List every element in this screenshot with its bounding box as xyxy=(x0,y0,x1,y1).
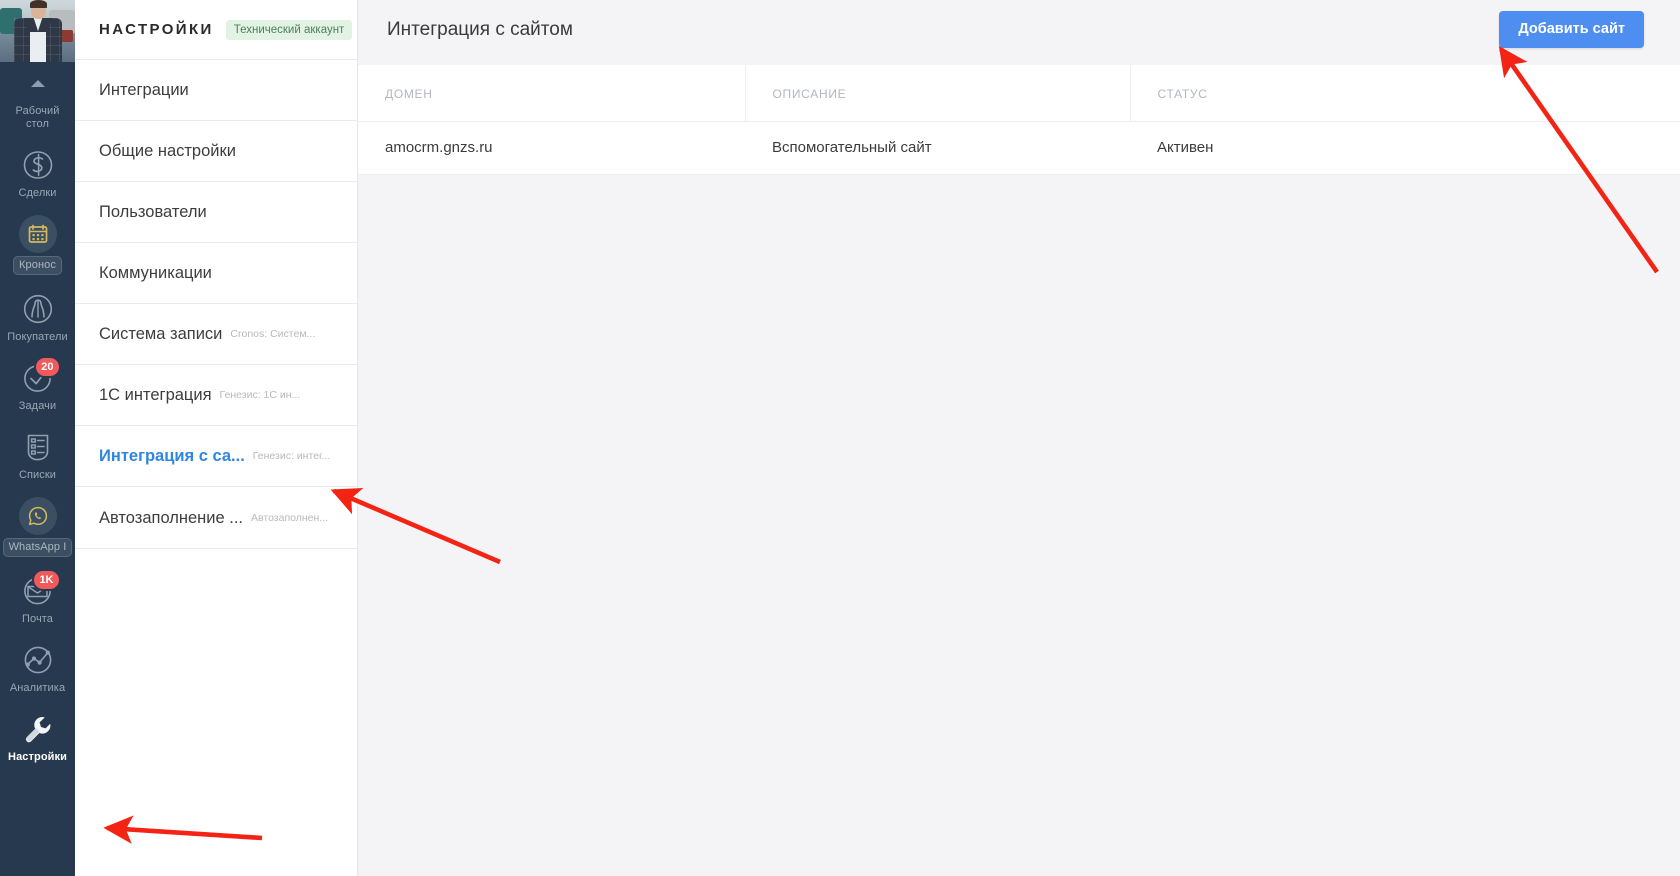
app-root: Рабочий стол Сделки Кронос Покупатели 20… xyxy=(0,0,1680,876)
menu-label: Коммуникации xyxy=(99,263,212,282)
column-header-status[interactable]: СТАТУС xyxy=(1130,65,1680,122)
mail-badge: 1K xyxy=(32,569,61,591)
nav-item-deals[interactable]: Сделки xyxy=(0,137,75,206)
tasks-badge: 20 xyxy=(34,356,61,378)
nav-item-tasks[interactable]: 20 Задачи xyxy=(0,350,75,419)
settings-menu-list: Интеграции Общие настройки Пользователи … xyxy=(75,59,357,549)
menu-label: Общие настройки xyxy=(99,141,236,160)
nav-item-whatsapp[interactable]: WhatsApp I xyxy=(0,488,75,563)
sidebar-item-booking[interactable]: Система записи Cronos: Систем... xyxy=(75,304,357,365)
nav-label-whatsapp: WhatsApp I xyxy=(2,538,73,557)
menu-sublabel: Генезис: 1С ин... xyxy=(219,389,301,401)
wrench-icon xyxy=(19,710,57,748)
nav-item-settings[interactable]: Настройки xyxy=(0,701,75,770)
nav-item-mail[interactable]: 1K Почта xyxy=(0,563,75,632)
sites-table-wrap: ДОМЕН ОПИСАНИЕ СТАТУС amocrm.gnzs.ru Всп… xyxy=(358,65,1680,175)
sidebar-item-1c[interactable]: 1С интеграция Генезис: 1С ин... xyxy=(75,365,357,426)
table-head: ДОМЕН ОПИСАНИЕ СТАТУС xyxy=(358,65,1680,122)
nav-label-desktop-l1: Рабочий xyxy=(15,105,60,117)
menu-label: Автозаполнение ... xyxy=(99,508,244,527)
user-avatar-photo[interactable] xyxy=(0,0,75,62)
mail-icon: 1K xyxy=(19,569,61,610)
cell-description: Вспомогательный сайт xyxy=(745,121,1130,175)
cronos-icon-wrap xyxy=(18,215,57,253)
main-content: Интеграция с сайтом Добавить сайт ДОМЕН … xyxy=(358,0,1680,876)
cell-domain: amocrm.gnzs.ru xyxy=(358,121,745,175)
nav-label-mail: Почта xyxy=(21,613,54,625)
sidebar-item-integrations[interactable]: Интеграции xyxy=(75,60,357,121)
nav-label-tasks: Задачи xyxy=(18,400,57,412)
nav-label-deals: Сделки xyxy=(18,187,57,199)
check-circle-icon: 20 xyxy=(19,356,61,397)
sidebar-item-site-integration[interactable]: Интеграция с са... Генезис: интег... xyxy=(75,426,357,487)
customers-icon xyxy=(19,290,57,328)
nav-item-lists[interactable]: Списки xyxy=(0,419,75,488)
whatsapp-icon-wrap xyxy=(18,497,57,535)
page-title: Интеграция с сайтом xyxy=(387,18,573,40)
left-nav-rail: Рабочий стол Сделки Кронос Покупатели 20… xyxy=(0,0,75,876)
menu-label: Система записи xyxy=(99,324,223,343)
settings-menu-column: НАСТРОЙКИ Технический аккаунт Интеграции… xyxy=(75,0,358,876)
caret-up-icon xyxy=(19,64,57,102)
nav-label-desktop-l2: стол xyxy=(25,118,50,130)
add-site-button[interactable]: Добавить сайт xyxy=(1499,11,1644,48)
table-body: amocrm.gnzs.ru Вспомогательный сайт Акти… xyxy=(358,121,1680,175)
table-row[interactable]: amocrm.gnzs.ru Вспомогательный сайт Акти… xyxy=(358,121,1680,175)
deals-dollar-icon xyxy=(19,146,57,184)
menu-label: Интеграция с са... xyxy=(99,446,245,465)
nav-label-settings: Настройки xyxy=(8,751,67,763)
calendar-icon xyxy=(18,215,57,253)
main-header: Интеграция с сайтом Добавить сайт xyxy=(358,0,1680,59)
nav-item-customers[interactable]: Покупатели xyxy=(0,281,75,350)
avatar-hair xyxy=(30,0,47,8)
nav-label-desktop: Рабочий стол xyxy=(16,105,60,131)
nav-label-lists: Списки xyxy=(18,469,57,481)
settings-title: НАСТРОЙКИ xyxy=(99,21,214,38)
nav-item-cronos[interactable]: Кронос xyxy=(0,206,75,281)
technical-account-badge: Технический аккаунт xyxy=(225,19,353,40)
table-header-row: ДОМЕН ОПИСАНИЕ СТАТУС xyxy=(358,65,1680,122)
sidebar-item-users[interactable]: Пользователи xyxy=(75,182,357,243)
nav-item-desktop[interactable]: Рабочий стол xyxy=(0,62,75,137)
column-header-description[interactable]: ОПИСАНИЕ xyxy=(745,65,1131,122)
nav-label-customers: Покупатели xyxy=(7,331,68,343)
sites-table: ДОМЕН ОПИСАНИЕ СТАТУС amocrm.gnzs.ru Всп… xyxy=(358,65,1680,175)
menu-label: Интеграции xyxy=(99,80,189,99)
menu-sublabel: Cronos: Систем... xyxy=(230,328,316,340)
nav-label-analytics: Аналитика xyxy=(9,682,66,694)
nav-item-analytics[interactable]: Аналитика xyxy=(0,632,75,701)
column-header-domain[interactable]: ДОМЕН xyxy=(358,65,746,122)
list-icon xyxy=(19,428,57,466)
whatsapp-icon xyxy=(18,497,57,535)
menu-label: 1С интеграция xyxy=(99,385,212,404)
sidebar-item-autofill[interactable]: Автозаполнение ... Автозаполнен... xyxy=(75,488,357,549)
nav-label-cronos: Кронос xyxy=(13,256,62,275)
sidebar-item-communications[interactable]: Коммуникации xyxy=(75,243,357,304)
cell-status: Активен xyxy=(1130,121,1680,175)
menu-sublabel: Генезис: интег... xyxy=(252,450,331,462)
settings-header: НАСТРОЙКИ Технический аккаунт xyxy=(75,0,357,59)
sidebar-item-general[interactable]: Общие настройки xyxy=(75,121,357,182)
menu-sublabel: Автозаполнен... xyxy=(251,512,329,524)
menu-label: Пользователи xyxy=(99,202,207,221)
analytics-icon xyxy=(19,641,57,679)
